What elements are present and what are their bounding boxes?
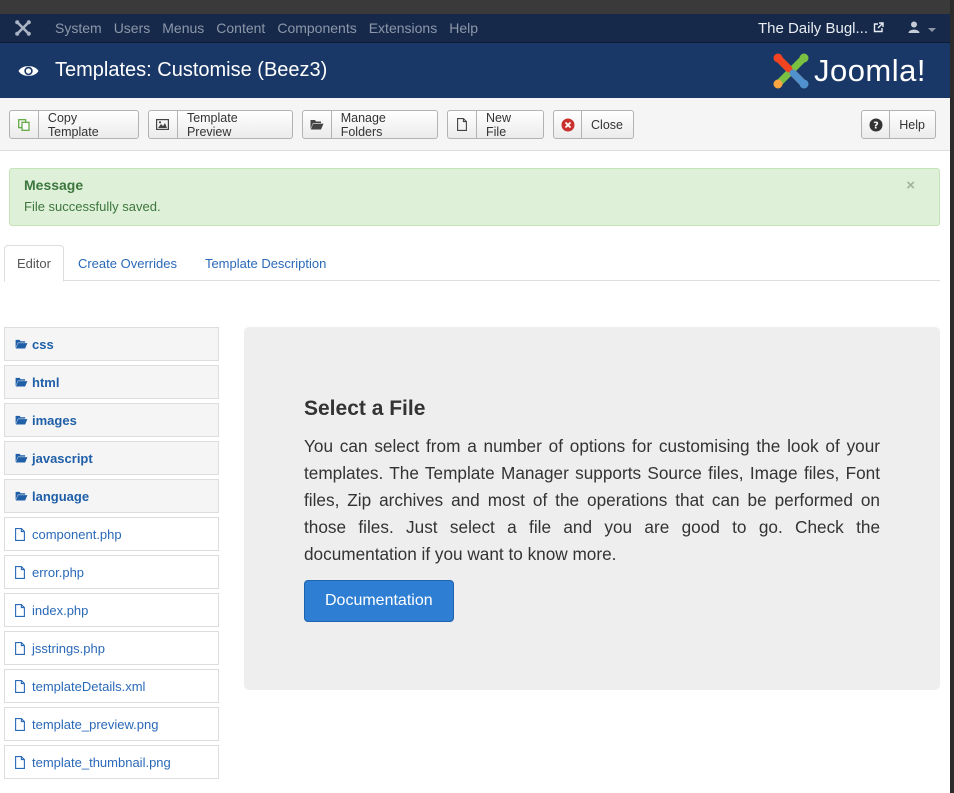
folder-open-icon: [15, 339, 32, 349]
external-link-icon: [873, 20, 884, 37]
panel-heading: Select a File: [304, 397, 426, 420]
folder-label: css: [32, 336, 54, 352]
copy-template-button[interactable]: Copy Template: [9, 110, 139, 139]
manage-folders-label: Manage Folders: [340, 110, 386, 139]
copy-template-label: Copy Template: [47, 110, 99, 139]
file-icon: [15, 641, 32, 655]
folder-label: images: [32, 412, 77, 428]
site-name: The Daily Bugl...: [757, 19, 868, 37]
folder-language[interactable]: language: [4, 479, 219, 513]
svg-text:?: ?: [873, 120, 879, 131]
help-label: Help: [899, 117, 925, 132]
file-icon: [448, 111, 478, 138]
folder-images[interactable]: images: [4, 403, 219, 437]
template-tabs: Editor Create Overrides Template Descrip…: [4, 245, 940, 282]
file-icon: [15, 679, 32, 693]
admin-navbar: System Users Menus Content Components Ex…: [0, 14, 950, 43]
success-message: Message File successfully saved. ×: [9, 168, 940, 226]
file-error-php[interactable]: error.php: [4, 555, 219, 589]
folder-open-icon: [15, 491, 32, 501]
cancel-circle-icon: [554, 111, 583, 138]
folder-javascript[interactable]: javascript: [4, 441, 219, 475]
joomla-menu-icon[interactable]: [0, 19, 46, 37]
message-body: File successfully saved.: [24, 199, 161, 214]
file-icon: [15, 603, 32, 617]
eye-icon: [18, 64, 40, 78]
file-index-php[interactable]: index.php: [4, 593, 219, 627]
question-circle-icon: ?: [862, 111, 891, 138]
folder-label: html: [32, 374, 60, 390]
menu-extensions[interactable]: Extensions: [363, 20, 443, 36]
help-button[interactable]: ? Help: [861, 110, 936, 139]
site-link[interactable]: The Daily Bugl...: [758, 20, 884, 37]
joomla-brand-text: Joomla!: [813, 52, 926, 88]
user-menu[interactable]: [908, 21, 936, 36]
panel-description: You can select from a number of options …: [304, 436, 880, 564]
file-label: index.php: [32, 602, 89, 618]
message-title: Message: [24, 177, 84, 193]
folder-css[interactable]: css: [4, 327, 219, 361]
file-label: component.php: [32, 526, 122, 542]
template-preview-button[interactable]: Template Preview: [148, 110, 293, 139]
joomla-logo-icon: [773, 53, 809, 88]
file-label: templateDetails.xml: [32, 678, 146, 694]
file-icon: [15, 755, 32, 769]
file-label: template_thumbnail.png: [32, 754, 171, 770]
admin-menu: System Users Menus Content Components Ex…: [46, 20, 484, 36]
folder-open-icon: [15, 453, 32, 463]
joomla-logo: Joomla!: [772, 52, 926, 90]
file-icon: [15, 527, 32, 541]
file-label: error.php: [32, 564, 85, 580]
menu-users[interactable]: Users: [108, 20, 157, 36]
window-edge: [950, 0, 954, 793]
menu-help[interactable]: Help: [443, 20, 484, 36]
file-icon: [15, 717, 32, 731]
menu-menus[interactable]: Menus: [156, 20, 210, 36]
toolbar: Copy Template Template Preview Manage Fo…: [0, 98, 950, 151]
folder-open-icon: [15, 415, 32, 425]
tab-template-description[interactable]: Template Description: [191, 245, 340, 281]
copy-icon: [10, 111, 39, 138]
folder-label: javascript: [32, 450, 93, 466]
dismiss-message-button[interactable]: ×: [906, 177, 915, 194]
documentation-button[interactable]: Documentation: [304, 580, 454, 622]
select-file-panel: Select a File You can select from a numb…: [244, 327, 940, 690]
user-icon: [908, 21, 920, 36]
file-component-php[interactable]: component.php: [4, 517, 219, 551]
page-header: Templates: Customise (Beez3) Joomla!: [0, 43, 950, 98]
file-label: jsstrings.php: [32, 640, 105, 656]
window-top-strip: [0, 0, 950, 14]
close-label: Close: [591, 117, 623, 132]
tab-editor[interactable]: Editor: [4, 245, 64, 282]
folder-html[interactable]: html: [4, 365, 219, 399]
folder-open-icon: [303, 111, 332, 138]
image-icon: [149, 111, 178, 138]
file-label: template_preview.png: [32, 716, 159, 732]
template-preview-label: Template Preview: [186, 110, 238, 139]
file-template-thumbnail-png[interactable]: template_thumbnail.png: [4, 745, 219, 779]
menu-components[interactable]: Components: [271, 20, 362, 36]
new-file-button[interactable]: New File: [447, 110, 544, 139]
new-file-label: New File: [486, 110, 512, 139]
folder-open-icon: [15, 377, 32, 387]
caret-down-icon: [928, 21, 936, 36]
file-jsstrings-php[interactable]: jsstrings.php: [4, 631, 219, 665]
file-templatedetails-xml[interactable]: templateDetails.xml: [4, 669, 219, 703]
menu-content[interactable]: Content: [210, 20, 271, 36]
page-title: Templates: Customise (Beez3): [55, 59, 328, 81]
tab-create-overrides[interactable]: Create Overrides: [64, 245, 191, 281]
file-template-preview-png[interactable]: template_preview.png: [4, 707, 219, 741]
manage-folders-button[interactable]: Manage Folders: [302, 110, 438, 139]
folder-label: language: [32, 488, 90, 504]
close-button[interactable]: Close: [553, 110, 634, 139]
menu-system[interactable]: System: [46, 20, 108, 36]
file-tree: css html images javascript language comp…: [4, 327, 219, 783]
file-icon: [15, 565, 32, 579]
